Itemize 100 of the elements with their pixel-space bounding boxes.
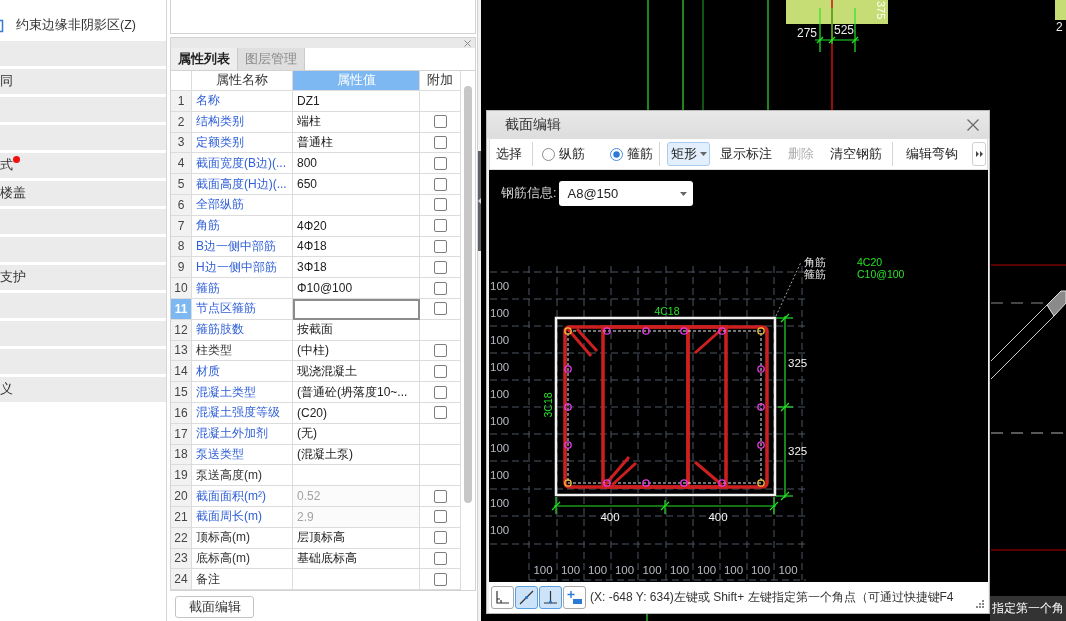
row-number[interactable]: 15: [171, 382, 192, 403]
checkbox[interactable]: [433, 489, 447, 503]
shape-dropdown[interactable]: 矩形: [667, 142, 710, 166]
rebar-marker-icon[interactable]: [564, 441, 572, 449]
toolbar-button[interactable]: 清空钢筋: [824, 142, 888, 166]
rebar-marker-icon[interactable]: [757, 479, 765, 487]
checkbox[interactable]: [433, 156, 447, 170]
checkbox[interactable]: [433, 385, 447, 399]
checkbox[interactable]: [433, 302, 447, 316]
row-number[interactable]: 1: [171, 91, 192, 112]
toolbar-button[interactable]: 选择: [490, 142, 528, 166]
inner-stirrup[interactable]: [686, 325, 728, 489]
rebar-marker-icon[interactable]: [564, 327, 572, 335]
row-number[interactable]: 8: [171, 236, 192, 258]
property-name: H边一侧中部筋: [192, 257, 293, 279]
checkbox[interactable]: [433, 177, 447, 191]
section-outline[interactable]: [554, 316, 777, 497]
overflow-button[interactable]: [972, 142, 986, 166]
checkbox[interactable]: [433, 239, 447, 253]
rebar-marker-icon[interactable]: [680, 327, 688, 335]
rebar-marker-icon[interactable]: [603, 327, 611, 335]
resize-grip-icon[interactable]: [976, 600, 984, 608]
scrollbar-thumb[interactable]: [464, 86, 472, 503]
sidebar-section[interactable]: 楼盖: [0, 181, 166, 206]
rebar-marker-icon[interactable]: [718, 479, 726, 487]
radio-option[interactable]: 箍筋: [608, 142, 655, 166]
sidebar-section[interactable]: 支护: [0, 265, 166, 290]
toolbar-button[interactable]: 显示标注: [714, 142, 778, 166]
row-number[interactable]: 17: [171, 423, 192, 445]
close-icon[interactable]: [464, 39, 471, 47]
rebar-marker-icon[interactable]: [603, 479, 611, 487]
rebar-marker-icon[interactable]: [642, 327, 650, 335]
row-number[interactable]: 19: [171, 465, 192, 487]
row-number[interactable]: 24: [171, 569, 192, 591]
grid-label: 100: [669, 564, 690, 576]
row-number[interactable]: 20: [171, 486, 192, 507]
property-value: (普通砼(坍落度10~...: [293, 382, 420, 403]
row-number[interactable]: 13: [171, 340, 192, 362]
section-edit-button[interactable]: 截面编辑: [175, 596, 254, 619]
checkbox[interactable]: [433, 406, 447, 420]
row-number[interactable]: 6: [171, 195, 192, 216]
rebar-marker-icon[interactable]: [680, 479, 688, 487]
row-number[interactable]: 14: [171, 361, 192, 383]
radio-option[interactable]: 纵筋: [540, 142, 587, 166]
checkbox[interactable]: [433, 364, 447, 378]
callout-label: 角筋: [804, 256, 826, 268]
splitter-handle[interactable]: [478, 151, 481, 251]
value-input[interactable]: [293, 298, 420, 320]
row-number[interactable]: 5: [171, 174, 192, 195]
snap-button[interactable]: [563, 586, 586, 609]
toolbar-button[interactable]: 编辑弯钩: [900, 142, 964, 166]
rebar-info-dropdown[interactable]: A8@150: [559, 181, 694, 206]
row-number[interactable]: 16: [171, 402, 192, 424]
rebar-marker-icon[interactable]: [642, 479, 650, 487]
sidebar-section[interactable]: 式: [0, 153, 166, 178]
rebar-marker-icon[interactable]: [757, 403, 765, 411]
stirrup-hook[interactable]: [566, 328, 599, 357]
rebar-marker-icon[interactable]: [564, 403, 572, 411]
row-number[interactable]: 12: [171, 319, 192, 341]
rebar-marker-icon[interactable]: [564, 365, 572, 373]
checkbox[interactable]: [433, 531, 447, 545]
rebar-marker-icon[interactable]: [757, 327, 765, 335]
row-number[interactable]: 2: [171, 111, 192, 133]
row-number[interactable]: 18: [171, 444, 192, 466]
sidebar-section[interactable]: 同: [0, 69, 166, 94]
checkbox[interactable]: [433, 260, 447, 274]
checkbox[interactable]: [433, 510, 447, 524]
checkbox[interactable]: [433, 115, 447, 129]
row-number[interactable]: 21: [171, 506, 192, 528]
row-number[interactable]: 9: [171, 257, 192, 279]
checkbox[interactable]: [433, 219, 447, 233]
snap-button[interactable]: [539, 586, 562, 609]
stirrup-hook[interactable]: [694, 460, 723, 487]
checkbox[interactable]: [433, 198, 447, 212]
tab[interactable]: 属性列表: [171, 48, 238, 70]
rebar-marker-icon[interactable]: [757, 441, 765, 449]
rebar-marker-icon[interactable]: [718, 327, 726, 335]
row-number[interactable]: 3: [171, 132, 192, 154]
row-number[interactable]: 10: [171, 278, 192, 299]
row-number[interactable]: 23: [171, 548, 192, 570]
collapse-arrow-icon[interactable]: [478, 198, 481, 204]
checkbox[interactable]: [433, 281, 447, 295]
row-number[interactable]: 7: [171, 215, 192, 237]
checkbox[interactable]: [433, 343, 447, 357]
row-number[interactable]: 4: [171, 153, 192, 175]
checkbox[interactable]: [433, 136, 447, 149]
property-value: 4Φ20: [293, 215, 420, 237]
tree-item[interactable]: 约束边缘非阴影区(Z): [0, 16, 166, 35]
stirrup-hook[interactable]: [694, 327, 723, 355]
snap-button[interactable]: [491, 586, 514, 609]
stirrup-hook[interactable]: [603, 456, 637, 487]
checkbox[interactable]: [433, 551, 447, 565]
snap-button[interactable]: [515, 586, 538, 609]
sidebar-section[interactable]: 义: [0, 377, 166, 402]
rebar-marker-icon[interactable]: [564, 479, 572, 487]
rebar-marker-icon[interactable]: [757, 365, 765, 373]
close-icon[interactable]: [967, 118, 979, 131]
property-name: 顶标高(m): [192, 527, 293, 549]
row-number[interactable]: 22: [171, 527, 192, 549]
checkbox[interactable]: [433, 572, 447, 586]
